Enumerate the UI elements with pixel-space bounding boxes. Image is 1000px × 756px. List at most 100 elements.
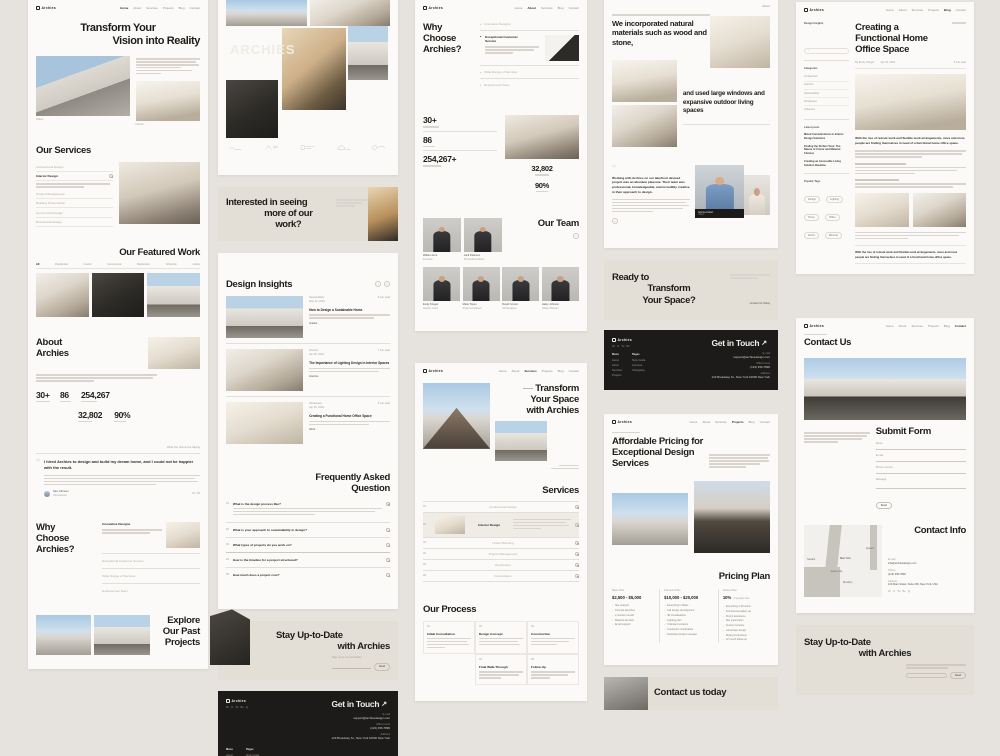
info-phone[interactable]: (123) 456-7890 <box>888 573 966 577</box>
service-row[interactable]: 05 Restoration <box>423 560 579 570</box>
brand-logo[interactable]: Archies <box>423 368 443 373</box>
service-item[interactable]: Residential Design <box>36 218 114 228</box>
footer-logo[interactable]: Archies <box>612 337 645 342</box>
plus-icon[interactable] <box>386 543 390 548</box>
form-field-phone[interactable]: Phone number <box>875 466 966 475</box>
social-tw[interactable]: Tw <box>235 706 238 709</box>
nav-link-services[interactable]: Services <box>912 8 924 12</box>
social-in[interactable]: In <box>893 590 895 594</box>
form-field-email[interactable]: E-mail <box>875 454 966 463</box>
category-item[interactable]: Urbanism <box>804 106 849 113</box>
tag[interactable]: Home <box>804 214 819 222</box>
social-be[interactable]: Be <box>241 706 244 709</box>
social-fb[interactable]: Fb <box>226 706 229 709</box>
nav-link-projects[interactable]: Projects <box>732 420 744 424</box>
brand-logo[interactable]: Archies <box>36 6 56 10</box>
pricing-plan-basic[interactable]: Basic Plan $2,500 - $5,000 Site analysis… <box>612 589 659 643</box>
nav-link-contact[interactable]: Contact <box>569 6 579 10</box>
tag[interactable]: Minimal <box>824 232 842 240</box>
social-be[interactable]: Be <box>627 345 630 348</box>
nav-link-about[interactable]: About <box>702 420 710 424</box>
social-tw[interactable]: Tw <box>897 590 900 594</box>
filter-interior[interactable]: Interior <box>84 263 92 266</box>
nav-link-home[interactable]: Home <box>690 420 698 424</box>
newsletter-input[interactable] <box>332 664 371 670</box>
filter-restoration[interactable]: Restoration <box>137 263 150 266</box>
project-thumb[interactable] <box>147 273 201 318</box>
service-row[interactable]: 04 Project Management <box>423 549 579 559</box>
social-in[interactable]: In <box>617 345 619 348</box>
nav-link-contact[interactable]: Contact <box>190 6 200 10</box>
name-input[interactable] <box>875 446 966 451</box>
why-item[interactable]: Experienced Team <box>102 589 200 593</box>
service-item[interactable]: Architectural Design <box>36 162 114 172</box>
faq-item[interactable]: 03 What types of projects do you work on… <box>226 543 390 548</box>
brand-logo[interactable]: Archies <box>423 6 443 10</box>
plus-icon[interactable] <box>386 528 390 533</box>
tag[interactable]: Wood <box>804 232 819 240</box>
nav-link-projects[interactable]: Projects <box>163 6 174 10</box>
footer-logo[interactable]: Archies <box>226 698 248 703</box>
service-row[interactable]: 06 Consultation <box>423 571 579 581</box>
form-field-message[interactable]: Message <box>875 478 966 489</box>
social-ig[interactable]: Ig <box>246 706 248 709</box>
filter-hotels[interactable]: Hotels <box>193 263 200 266</box>
submit-button[interactable]: Send <box>875 501 892 510</box>
nav-link-home[interactable]: Home <box>120 6 128 10</box>
team-member[interactable]: Haley Johnson Urban Planner <box>541 267 579 310</box>
tag[interactable]: Lighting <box>826 196 844 204</box>
team-member[interactable]: Marie Tayen Project Architect <box>462 267 500 310</box>
footer-heading[interactable]: Get in Touch ↗ <box>712 338 771 348</box>
social-fb[interactable]: Fb <box>888 590 891 594</box>
service-row[interactable]: 03 Urban Planning <box>423 538 579 548</box>
nav-link-projects[interactable]: Projects <box>928 324 939 328</box>
faq-item[interactable]: 04 How is the timeline for a project str… <box>226 558 390 563</box>
brand-logo[interactable]: Archies <box>804 8 824 12</box>
footer-phone[interactable]: (123) 456-7890 <box>712 365 770 369</box>
footer-link[interactable]: Services <box>612 369 622 374</box>
nav-link-blog[interactable]: Blog <box>558 6 564 10</box>
why-item-active[interactable]: Innovative Designs <box>102 522 162 526</box>
footer-heading[interactable]: Get in Touch ↗ <box>332 699 391 709</box>
nav-link-contact[interactable]: Contact <box>955 324 966 328</box>
pricing-plan-deluxe[interactable]: Deluxe Plan 10% of project cost Everythi… <box>719 589 770 643</box>
category-item[interactable]: Sustainability <box>804 90 850 99</box>
minus-icon[interactable] <box>386 501 390 506</box>
email-input[interactable] <box>875 458 966 463</box>
category-item[interactable]: Interiors <box>804 82 850 90</box>
next-arrow-icon[interactable]: › <box>612 218 618 225</box>
latest-post-item[interactable]: Mixed Considerations in Interior Design … <box>804 133 849 141</box>
newsletter-submit-button[interactable]: Send <box>373 663 390 671</box>
plus-icon[interactable] <box>575 504 579 509</box>
next-arrow-icon[interactable]: › <box>384 281 390 288</box>
project-image[interactable] <box>226 0 307 26</box>
location-map[interactable]: Newark New York Jersey City Queens Brook… <box>804 524 882 597</box>
footer-link[interactable]: Style Guide <box>632 359 645 364</box>
plus-icon[interactable] <box>386 558 390 563</box>
newsletter-submit-button[interactable]: Send <box>949 671 966 679</box>
team-member[interactable]: David Connor 3D Designer <box>502 267 540 310</box>
footer-email[interactable]: support@archiesdesign.com <box>332 716 390 720</box>
why-item[interactable]: Wide Range of Services <box>102 574 200 578</box>
nav-link-projects[interactable]: Projects <box>542 369 553 373</box>
social-be[interactable]: Be <box>903 590 906 594</box>
social-tw[interactable]: Tw <box>621 345 624 348</box>
service-item[interactable]: Building Preservation <box>36 199 114 209</box>
filter-commercial[interactable]: Commercial <box>107 263 121 266</box>
service-row-open[interactable]: 02 Interior Design <box>423 512 579 537</box>
nav-link-blog[interactable]: Blog <box>749 420 755 424</box>
nav-link-services[interactable]: Services <box>911 324 923 328</box>
footer-email[interactable]: support@archiesdesign.com <box>712 355 770 359</box>
nav-link-services[interactable]: Services <box>541 6 553 10</box>
service-item[interactable]: Commercial Design <box>36 208 114 218</box>
nav-link-blog[interactable]: Blog <box>558 369 564 373</box>
message-input[interactable] <box>875 482 966 489</box>
prev-arrow-icon[interactable]: ‹ <box>573 233 579 240</box>
nav-link-blog[interactable]: Blog <box>944 8 951 12</box>
filter-urbanism[interactable]: Urbanism <box>166 263 177 266</box>
project-image[interactable] <box>226 80 278 138</box>
share-icons[interactable] <box>952 22 966 25</box>
phone-input[interactable] <box>875 470 966 475</box>
nav-link-contact[interactable]: Contact <box>956 8 966 12</box>
pricing-plan-premium[interactable]: Premium Plan $10,000 - $20,000 Everythin… <box>659 589 719 644</box>
